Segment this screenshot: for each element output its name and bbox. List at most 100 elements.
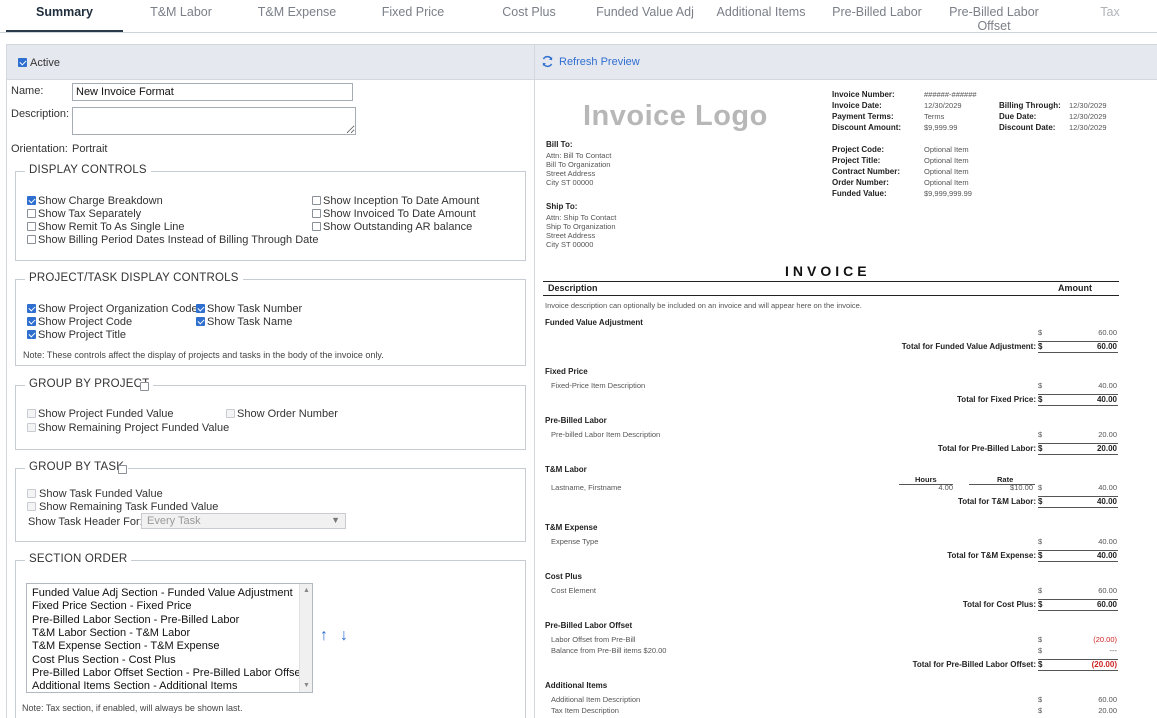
bill-to-title: Bill To: (546, 140, 573, 149)
section-total-label: Total for T&M Expense: (947, 551, 1036, 560)
tab-pre-billed-labor-offset[interactable]: Pre-Billed Labor Offset (940, 5, 1048, 33)
total-top-rule (1038, 394, 1118, 395)
line-item-description: Expense Type (551, 537, 599, 546)
scroll-down-icon[interactable]: ▼ (303, 682, 310, 689)
section-total-amount: 60.00 (1096, 342, 1117, 351)
scroll-up-icon[interactable]: ▲ (303, 587, 310, 594)
invoice-preview-panel: Refresh Preview Invoice Logo Invoice Num… (535, 44, 1157, 718)
list-item[interactable]: T&M Expense Section - T&M Expense (32, 640, 220, 652)
contract-number-value: Optional Item (924, 167, 969, 176)
payment-terms-value: Terms (924, 112, 945, 121)
show-invoiced-to-date-checkbox[interactable] (312, 209, 321, 218)
show-remaining-project-funded-label: Show Remaining Project Funded Value (38, 422, 230, 434)
table-top-rule (543, 281, 1119, 282)
list-item[interactable]: Additional Items Section - Additional It… (32, 680, 237, 692)
show-outstanding-ar-checkbox[interactable] (312, 222, 321, 231)
tab-pre-billed-labor[interactable]: Pre-Billed Labor (819, 5, 935, 19)
ship-to-title: Ship To: (546, 202, 578, 211)
show-task-funded-value-checkbox[interactable] (27, 489, 36, 498)
settings-panel: Active Name: Description: Orientation: P… (6, 44, 535, 718)
list-item[interactable]: Funded Value Adj Section - Funded Value … (32, 587, 293, 599)
group-by-task-checkbox[interactable] (118, 465, 127, 474)
currency-symbol: $ (1038, 586, 1043, 595)
show-order-number-checkbox[interactable] (226, 409, 235, 418)
billing-through-value: 12/30/2029 (1069, 101, 1107, 110)
project-task-controls-legend: PROJECT/TASK DISPLAY CONTROLS (25, 272, 243, 284)
tab-cost-plus[interactable]: Cost Plus (471, 5, 587, 19)
invoice-description-note: Invoice description can optionally be in… (545, 301, 862, 310)
show-project-org-code-checkbox[interactable] (27, 304, 36, 313)
show-task-number-checkbox[interactable] (196, 304, 205, 313)
tab-tax[interactable]: Tax (1052, 5, 1157, 19)
list-item[interactable]: Pre-Billed Labor Offset Section - Pre-Bi… (32, 667, 304, 679)
due-date-label: Due Date: (999, 112, 1037, 121)
section-total-label: Total for Fixed Price: (957, 395, 1036, 404)
preview-header: Refresh Preview (535, 45, 1157, 80)
show-project-funded-value-label: Show Project Funded Value (38, 408, 174, 420)
show-remaining-project-funded-checkbox[interactable] (27, 423, 36, 432)
show-remit-to-checkbox[interactable] (27, 222, 36, 231)
show-task-name-checkbox[interactable] (196, 317, 205, 326)
show-charge-breakdown-checkbox[interactable] (27, 196, 36, 205)
line-item-amount: --- (1109, 646, 1118, 655)
section-total-label: Total for Pre-Billed Labor Offset: (912, 660, 1036, 669)
show-charge-breakdown-label: Show Charge Breakdown (38, 195, 163, 207)
section-order-note: Note: Tax section, if enabled, will alwa… (22, 703, 243, 713)
show-inception-to-date-checkbox[interactable] (312, 196, 321, 205)
group-by-project-legend: GROUP BY PROJECT (25, 378, 154, 390)
list-item[interactable]: Cost Plus Section - Cost Plus (32, 654, 176, 666)
list-item[interactable]: Fixed Price Section - Fixed Price (32, 600, 192, 612)
active-checkbox[interactable] (18, 58, 27, 67)
project-task-controls-group: PROJECT/TASK DISPLAY CONTROLS Show Proje… (15, 272, 526, 366)
list-item[interactable]: Pre-Billed Labor Section - Pre-Billed La… (32, 614, 239, 626)
currency-symbol: $ (1038, 695, 1043, 704)
refresh-icon[interactable] (541, 55, 554, 68)
show-invoiced-to-date-label: Show Invoiced To Date Amount (323, 208, 476, 220)
list-item[interactable]: T&M Labor Section - T&M Labor (32, 627, 190, 639)
name-input[interactable] (72, 83, 353, 101)
move-up-button[interactable]: ↑ (320, 627, 328, 645)
tab-funded-value-adj[interactable]: Funded Value Adj (587, 5, 703, 19)
tab-tm-labor[interactable]: T&M Labor (123, 5, 239, 19)
show-project-code-checkbox[interactable] (27, 317, 36, 326)
move-down-button[interactable]: ↓ (340, 627, 348, 645)
refresh-preview-link[interactable]: Refresh Preview (559, 56, 640, 68)
tab-summary[interactable]: Summary (6, 5, 123, 19)
line-item-rate: $10.00 (1010, 483, 1033, 492)
section-total-amount: 40.00 (1096, 497, 1117, 506)
tab-fixed-price[interactable]: Fixed Price (355, 5, 471, 19)
section-title: Additional Items (545, 681, 608, 690)
section-order-group: SECTION ORDER Funded Value Adj Section -… (15, 553, 526, 718)
total-bottom-rule (1038, 610, 1118, 611)
funded-value-label: Funded Value: (832, 189, 887, 198)
show-project-title-checkbox[interactable] (27, 330, 36, 339)
show-remaining-task-funded-checkbox[interactable] (27, 502, 36, 511)
line-item-description: Tax Item Description (551, 706, 619, 715)
show-project-funded-value-checkbox[interactable] (27, 409, 36, 418)
tab-additional-items[interactable]: Additional Items (703, 5, 819, 19)
invoice-title: INVOICE (785, 263, 871, 279)
line-item-description: Lastname, Firstname (551, 483, 622, 492)
show-billing-period-checkbox[interactable] (27, 235, 36, 244)
task-header-select[interactable]: Every Task ▼ (141, 513, 346, 529)
listbox-scrollbar[interactable]: ▲ ▼ (299, 584, 312, 692)
currency-symbol: $ (1038, 600, 1043, 609)
project-code-value: Optional Item (924, 145, 969, 154)
total-bottom-rule (1038, 507, 1118, 508)
name-label: Name: (11, 85, 44, 97)
section-title: Fixed Price (545, 367, 588, 376)
table-header-rule (543, 295, 1119, 296)
show-task-funded-value-label: Show Task Funded Value (39, 488, 163, 500)
show-tax-separately-checkbox[interactable] (27, 209, 36, 218)
tab-tm-expense[interactable]: T&M Expense (239, 5, 355, 19)
total-top-rule (1038, 599, 1118, 600)
section-order-listbox[interactable]: Funded Value Adj Section - Funded Value … (26, 583, 313, 693)
section-total-label: Total for Pre-Billed Labor: (937, 444, 1036, 453)
show-tax-separately-label: Show Tax Separately (38, 208, 142, 220)
invoice-date-label: Invoice Date: (832, 101, 882, 110)
currency-symbol: $ (1038, 381, 1043, 390)
line-item-description: Additional Item Description (551, 695, 641, 704)
description-textarea[interactable] (72, 107, 356, 135)
section-title: Funded Value Adjustment (545, 318, 643, 327)
group-by-project-checkbox[interactable] (140, 382, 149, 391)
